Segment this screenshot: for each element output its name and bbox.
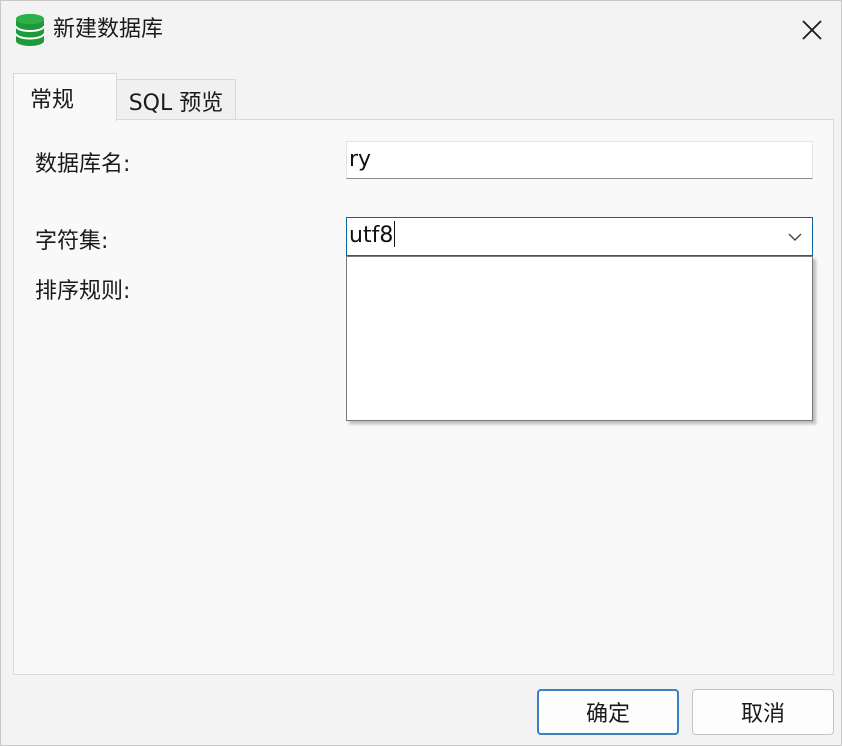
window-title: 新建数据库: [53, 17, 164, 42]
text-caret: [394, 221, 396, 247]
tab-general[interactable]: 常规: [13, 73, 117, 121]
charset-value: utf8: [349, 223, 394, 248]
tab-sql-preview[interactable]: SQL 预览: [116, 79, 236, 120]
close-button[interactable]: [783, 1, 841, 59]
database-icon: [15, 14, 45, 46]
db-name-input[interactable]: ry: [346, 141, 813, 179]
ok-button[interactable]: 确定: [537, 689, 679, 735]
new-database-dialog: 新建数据库 常规 SQL 预览 数据库名: ry 字符集: utf8 排序规则:…: [0, 0, 842, 746]
charset-combobox[interactable]: utf8: [346, 217, 813, 256]
charset-label: 字符集:: [35, 229, 109, 254]
chevron-down-icon[interactable]: [786, 228, 804, 246]
close-icon: [802, 20, 822, 40]
charset-dropdown-list[interactable]: [346, 256, 813, 421]
cancel-button[interactable]: 取消: [692, 689, 834, 735]
db-name-label: 数据库名:: [35, 152, 131, 177]
title-bar: 新建数据库: [1, 1, 841, 59]
collation-label: 排序规则:: [35, 279, 131, 304]
